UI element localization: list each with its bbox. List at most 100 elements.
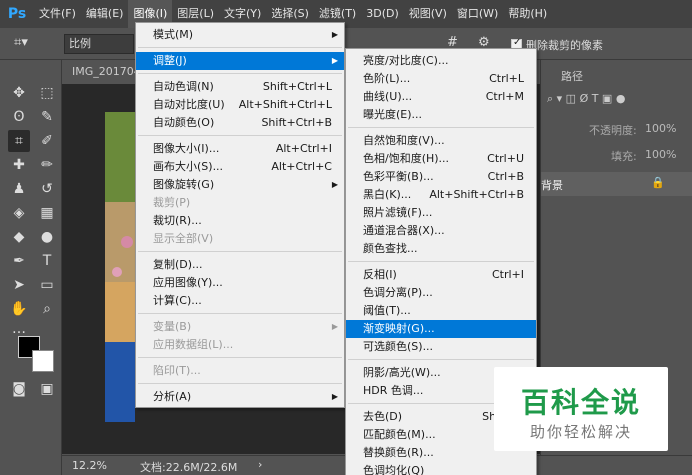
menu-item-label: 色阶(L)... — [363, 72, 411, 85]
healing-brush-tool-icon[interactable]: ✚ — [8, 154, 30, 176]
menu-separator — [138, 47, 342, 48]
zoom-tool-icon[interactable]: ⌕ — [36, 298, 58, 320]
menu-item-trim[interactable]: 裁切(R)... — [136, 212, 344, 230]
gradient-tool-icon[interactable]: ▦ — [36, 202, 58, 224]
crop-tool-icon[interactable]: ⌗ — [8, 130, 30, 152]
brush-tool-icon[interactable]: ✏ — [36, 154, 58, 176]
menu-item-threshold[interactable]: 阈值(T)... — [346, 302, 536, 320]
menu-item-hue-saturation[interactable]: 色相/饱和度(H)... Ctrl+U — [346, 150, 536, 168]
shape-tool-icon[interactable]: ▭ — [36, 274, 58, 296]
hand-tool-icon[interactable]: ✋ — [8, 298, 30, 320]
submenu-arrow-icon: ▶ — [331, 392, 338, 401]
watermark-title: 百科全说 — [520, 386, 641, 419]
photoshop-logo: Ps — [7, 6, 27, 22]
dodge-tool-icon[interactable]: ● — [36, 226, 58, 248]
menu-item-duplicate[interactable]: 复制(D)... — [136, 256, 344, 274]
menu-item-trap: 陷印(T)... — [136, 362, 344, 380]
menu-item-label: 曲线(U)... — [363, 90, 413, 103]
menu-item-label: 显示全部(V) — [153, 232, 214, 245]
path-selection-tool-icon[interactable]: ➤ — [8, 274, 30, 296]
menu-item-curves[interactable]: 曲线(U)... Ctrl+M — [346, 88, 536, 106]
menu-item-vibrance[interactable]: 自然饱和度(V)... — [346, 132, 536, 150]
background-color-swatch[interactable] — [32, 350, 54, 372]
menu-item-label: 可选颜色(S)... — [363, 340, 434, 353]
menu-item-label: 自动色调(N) — [153, 80, 214, 93]
menu-item-levels[interactable]: 色阶(L)... Ctrl+L — [346, 70, 536, 88]
menu-item-label: 曝光度(E)... — [363, 108, 423, 121]
menu-window[interactable]: 窗口(W) — [452, 0, 503, 28]
lasso-tool-icon[interactable]: ʘ — [8, 106, 30, 128]
menu-item-label: 渐变映射(G)... — [363, 322, 435, 335]
opacity-value[interactable]: 100% — [645, 122, 676, 135]
lock-icon: 🔒 — [651, 176, 665, 189]
menu-item-auto-contrast[interactable]: 自动对比度(U) Alt+Shift+Ctrl+L — [136, 96, 344, 114]
menu-item-label: 亮度/对比度(C)... — [363, 54, 449, 67]
menu-item-auto-color[interactable]: 自动颜色(O) Shift+Ctrl+B — [136, 114, 344, 132]
menu-shortcut: Ctrl+I — [491, 268, 524, 281]
clone-stamp-tool-icon[interactable]: ♟ — [8, 178, 30, 200]
tab-paths[interactable]: 路径 — [561, 68, 583, 84]
menu-item-channel-mixer[interactable]: 通道混合器(X)... — [346, 222, 536, 240]
menu-item-posterize[interactable]: 色调分离(P)... — [346, 284, 536, 302]
pen-tool-icon[interactable]: ✒ — [8, 250, 30, 272]
history-brush-tool-icon[interactable]: ↺ — [36, 178, 58, 200]
status-arrow-icon[interactable]: › — [258, 458, 262, 471]
menu-item-adjustments[interactable]: 调整(J) ▶ — [136, 52, 344, 70]
menu-item-equalize[interactable]: 色调均化(Q) — [346, 462, 536, 475]
menu-item-label: 色相/饱和度(H)... — [363, 152, 450, 165]
menu-item-black-white[interactable]: 黑白(K)... Alt+Shift+Ctrl+B — [346, 186, 536, 204]
layer-row[interactable]: 背景 🔒 — [541, 172, 692, 196]
eyedropper-tool-icon[interactable]: ✐ — [36, 130, 58, 152]
menu-item-label: 匹配颜色(M)... — [363, 428, 436, 441]
doc-size-info: 文档:22.6M/22.6M — [140, 461, 238, 474]
menu-help[interactable]: 帮助(H) — [503, 0, 552, 28]
menu-separator — [138, 251, 342, 252]
screen-mode-icon[interactable]: ▣ — [36, 378, 58, 400]
fill-label: 填充: — [611, 150, 637, 163]
menu-item-label: 图像旋转(G) — [153, 178, 215, 191]
menu-3d[interactable]: 3D(D) — [361, 0, 404, 28]
menu-item-color-lookup[interactable]: 颜色查找... — [346, 240, 536, 258]
menu-item-calculations[interactable]: 计算(C)... — [136, 292, 344, 310]
menu-separator — [138, 383, 342, 384]
menu-item-image-size[interactable]: 图像大小(I)... Alt+Ctrl+I — [136, 140, 344, 158]
menu-separator — [138, 135, 342, 136]
layer-filter-icons[interactable]: ⌕ ▾ ◫ Ø T ▣ ● — [547, 92, 687, 112]
menu-item-exposure[interactable]: 曝光度(E)... — [346, 106, 536, 124]
marquee-tool-icon[interactable]: ⬚ — [36, 82, 58, 104]
menu-item-auto-tone[interactable]: 自动色调(N) Shift+Ctrl+L — [136, 78, 344, 96]
move-tool-icon[interactable]: ✥ — [8, 82, 30, 104]
menu-item-label: 黑白(K)... — [363, 188, 412, 201]
eraser-tool-icon[interactable]: ◈ — [8, 202, 30, 224]
menu-item-analysis[interactable]: 分析(A) ▶ — [136, 388, 344, 406]
fill-value[interactable]: 100% — [645, 148, 676, 161]
menu-item-apply-data-set: 应用数据组(L)... — [136, 336, 344, 354]
blur-tool-icon[interactable]: ◆ — [8, 226, 30, 248]
menu-item-color-balance[interactable]: 色彩平衡(B)... Ctrl+B — [346, 168, 536, 186]
menu-shortcut: Alt+Ctrl+I — [275, 142, 332, 155]
menu-item-apply-image[interactable]: 应用图像(Y)... — [136, 274, 344, 292]
menu-item-photo-filter[interactable]: 照片滤镜(F)... — [346, 204, 536, 222]
menu-item-invert[interactable]: 反相(I) Ctrl+I — [346, 266, 536, 284]
menu-item-gradient-map[interactable]: 渐变映射(G)... — [346, 320, 536, 338]
menu-item-brightness-contrast[interactable]: 亮度/对比度(C)... — [346, 52, 536, 70]
ratio-select[interactable]: 比例 — [64, 34, 134, 54]
menu-item-mode[interactable]: 模式(M) ▶ — [136, 26, 344, 44]
layer-name: 背景 — [541, 179, 563, 192]
menu-file[interactable]: 文件(F) — [34, 0, 81, 28]
crop-tool-preset-icon[interactable]: ⌗▾ — [14, 35, 28, 50]
type-tool-icon[interactable]: T — [36, 250, 58, 272]
zoom-level[interactable]: 12.2% — [72, 459, 107, 472]
quick-select-tool-icon[interactable]: ✎ — [36, 106, 58, 128]
opacity-label: 不透明度: — [589, 124, 637, 137]
menu-item-image-rotation[interactable]: 图像旋转(G) ▶ — [136, 176, 344, 194]
menu-edit[interactable]: 编辑(E) — [81, 0, 129, 28]
menu-view[interactable]: 视图(V) — [404, 0, 452, 28]
menu-shortcut: Alt+Shift+Ctrl+L — [238, 98, 332, 111]
menu-item-label: 调整(J) — [153, 54, 187, 67]
menu-item-label: 反相(I) — [363, 268, 397, 281]
menu-item-selective-color[interactable]: 可选颜色(S)... — [346, 338, 536, 356]
quick-mask-icon[interactable]: ◙ — [8, 378, 30, 400]
menu-item-canvas-size[interactable]: 画布大小(S)... Alt+Ctrl+C — [136, 158, 344, 176]
delete-cropped-label: 删除裁剪的像素 — [526, 39, 603, 52]
